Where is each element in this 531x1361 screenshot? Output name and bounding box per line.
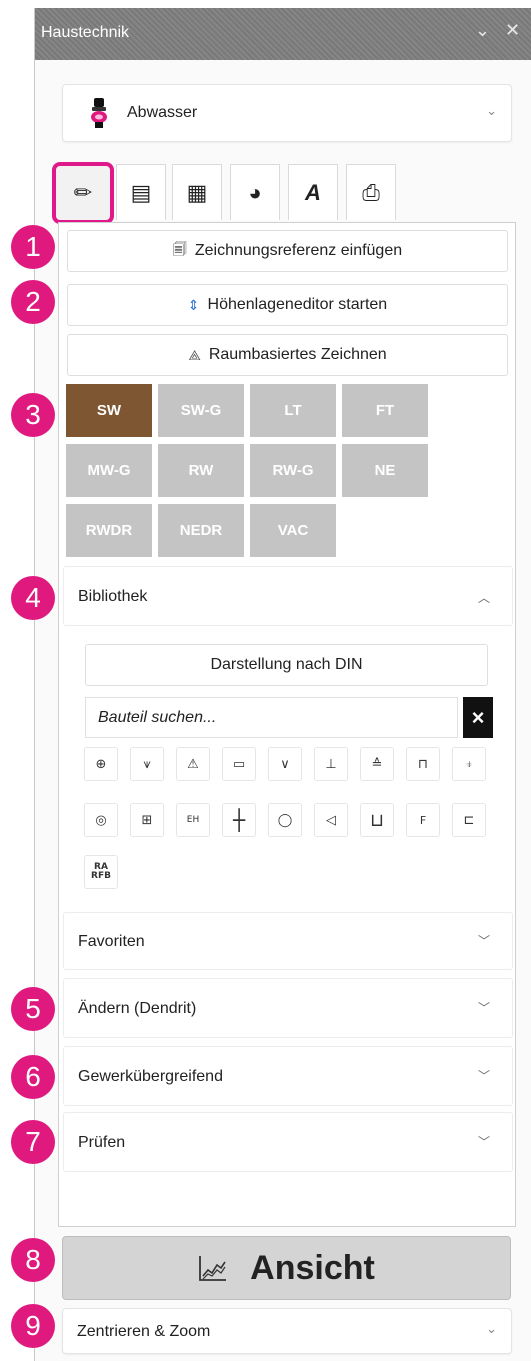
toilet-icon [91,98,107,128]
section-check[interactable]: Prüfen ﹀ [63,1112,513,1172]
symbol-10-icon[interactable]: ◎ [84,803,118,837]
annotation-badge-1: 1 [11,225,55,269]
symbol-13-icon[interactable]: ┼ [222,803,256,837]
symbol-2-icon[interactable]: ⩛ [130,747,164,781]
printer-icon: ⎙ [362,179,380,205]
tab-draw[interactable]: ✏ [52,162,114,224]
symbol-16-icon[interactable]: ⊔ [360,803,394,837]
close-icon[interactable]: ✕ [505,20,520,41]
symbol-18-icon[interactable]: ⊏ [452,803,486,837]
symbol-4-icon[interactable]: ▭ [222,747,256,781]
pencil-icon: ✏ [73,180,93,205]
section-favorites-label: Favoriten [78,933,145,950]
line-chart-icon [199,1256,227,1281]
category-rwdr[interactable]: RWDR [66,504,152,557]
close-icon: × [471,704,485,730]
chevron-down-icon: ﹀ [477,934,490,948]
chevron-down-icon: ﹀ [477,1135,490,1149]
symbol-15-icon[interactable]: ◁ [314,803,348,837]
section-change-dendrit[interactable]: Ändern (Dendrit) ﹀ [63,978,513,1038]
symbol-7-icon[interactable]: ≙ [360,747,394,781]
ansicht-label: Ansicht [250,1248,375,1287]
center-zoom-value: Zentrieren & Zoom [77,1323,211,1340]
symbol-5-icon[interactable]: ∨ [268,747,302,781]
domain-select-value: Abwasser [127,104,198,121]
insert-reference-label: Zeichnungsreferenz einfügen [194,242,403,259]
tab-calculator[interactable]: ▦ [172,164,222,220]
symbol-1-icon[interactable]: ⊕ [84,747,118,781]
symbol-11-icon[interactable]: ⊞ [130,803,164,837]
chevron-down-icon: ⌄ [486,103,497,118]
annotation-badge-7: 7 [11,1120,55,1164]
chevron-down-icon: ﹀ [477,1069,490,1083]
category-rw[interactable]: RW [158,444,244,497]
section-favorites[interactable]: Favoriten ﹀ [63,912,513,970]
panel-title: Haustechnik [41,24,130,41]
annotation-badge-5: 5 [11,987,55,1031]
symbol-17-icon[interactable]: F [406,803,440,837]
document-icon: 🗐 [172,241,187,257]
component-search-input[interactable]: Bauteil suchen... [85,697,458,738]
ansicht-button[interactable]: Ansicht [62,1236,511,1300]
tab-print[interactable]: ⎙ [346,164,396,220]
symbol-8-icon[interactable]: ⊓ [406,747,440,781]
annotation-badge-9: 9 [11,1304,55,1348]
section-check-label: Prüfen [78,1134,126,1151]
symbol-6-icon[interactable]: ⊥ [314,747,348,781]
annotation-badge-3: 3 [11,393,55,437]
tab-list[interactable]: ▤ [116,164,166,220]
category-mw-g[interactable]: MW-G [66,444,152,497]
annotation-badge-6: 6 [11,1055,55,1099]
section-cross-trade[interactable]: Gewerkübergreifend ﹀ [63,1046,513,1106]
symbol-14-icon[interactable]: ◯ [268,803,302,837]
list-icon: ▤ [130,179,152,205]
category-vac[interactable]: VAC [250,504,336,557]
category-rw-g[interactable]: RW-G [250,444,336,497]
domain-select[interactable]: Abwasser ⌄ [62,84,512,142]
din-display-button[interactable]: Darstellung nach DIN [85,644,488,686]
collapse-chevron-icon[interactable]: ⌄ [475,20,490,41]
clear-search-button[interactable]: × [463,697,493,738]
text-style-icon: A [305,179,321,205]
calculator-icon: ▦ [186,179,208,205]
annotation-badge-4: 4 [11,576,55,620]
room-drawing-button[interactable]: ⟁ Raumbasiertes Zeichnen [67,334,508,376]
tab-chart[interactable]: ◕ [230,164,280,220]
category-ft[interactable]: FT [342,384,428,437]
category-lt[interactable]: LT [250,384,336,437]
height-icon: ⇕ [187,296,200,313]
symbol-12-icon[interactable]: EH [176,803,210,837]
tab-text[interactable]: A [288,164,338,220]
chevron-down-icon: ⌄ [486,1321,497,1336]
pie-chart-icon: ◕ [248,179,262,205]
chevron-down-icon: ﹀ [477,1001,490,1015]
category-sw-g[interactable]: SW-G [158,384,244,437]
room-drawing-label: Raumbasiertes Zeichnen [208,346,387,363]
annotation-badge-8: 8 [11,1238,55,1282]
section-library-label: Bibliothek [78,588,148,605]
insert-reference-button[interactable]: 🗐 Zeichnungsreferenz einfügen [67,230,508,272]
center-zoom-select[interactable]: Zentrieren & Zoom ⌄ [62,1308,512,1354]
section-library-header[interactable]: Bibliothek ︿ [63,566,513,626]
chevron-up-icon: ︿ [477,591,490,605]
height-editor-label: Höhenlageneditor starten [207,296,388,313]
symbol-19-icon[interactable]: RA RFB [84,855,118,889]
room-draw-icon: ⟁ [188,346,201,363]
category-sw[interactable]: SW [66,384,152,437]
section-change-dendrit-label: Ändern (Dendrit) [78,1000,197,1017]
section-cross-trade-label: Gewerkübergreifend [78,1068,223,1085]
symbol-3-icon[interactable]: ⚠ [176,747,210,781]
annotation-badge-2: 2 [11,280,55,324]
panel-titlebar: Haustechnik ⌄ ✕ [35,8,531,60]
category-ne[interactable]: NE [342,444,428,497]
symbol-9-icon[interactable]: ⍖ [452,747,486,781]
category-nedr[interactable]: NEDR [158,504,244,557]
height-editor-button[interactable]: ⇕ Höhenlageneditor starten [67,284,508,326]
